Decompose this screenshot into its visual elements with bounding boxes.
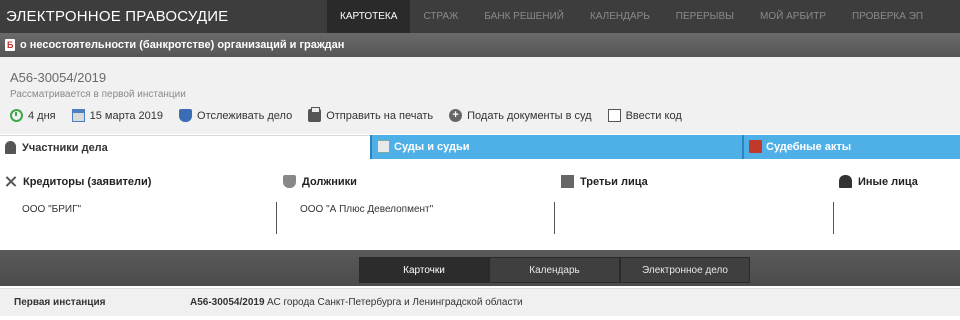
shield-icon <box>179 109 193 122</box>
plus-circle-icon: + <box>449 109 463 122</box>
date-label: 15 марта 2019 <box>89 109 164 122</box>
tab-electronic-case[interactable]: Электронное дело <box>620 257 750 283</box>
creditors-heading: Кредиторы (заявители) <box>4 175 151 188</box>
debtors-heading: Должники <box>283 175 357 188</box>
person-icon <box>839 175 852 188</box>
debtors-title: Должники <box>302 175 357 188</box>
case-header: А56-30054/2019 Рассматривается в первой … <box>0 57 960 134</box>
print-label: Отправить на печать <box>326 109 434 122</box>
tab-courts-judges[interactable]: Суды и судьи <box>370 135 742 159</box>
creditor-name[interactable]: ООО "БРИГ" <box>22 204 81 215</box>
nav-check-ep[interactable]: ПРОВЕРКА ЭП <box>839 0 936 33</box>
case-type-label: о несостоятельности (банкротстве) органи… <box>20 39 345 51</box>
submit-documents-label: Подать документы в суд <box>467 109 592 122</box>
tab-calendar[interactable]: Календарь <box>489 257 620 283</box>
tab-participants[interactable]: Участники дела <box>0 135 370 159</box>
instance-court-name: АС города Санкт-Петербурга и Ленинградск… <box>267 297 523 308</box>
case-actions: 4 дня 15 марта 2019 Отслеживать дело Отп… <box>10 107 698 122</box>
debtor-name[interactable]: ООО "А Плюс Девелопмент" <box>300 204 433 215</box>
shield-icon <box>283 175 296 188</box>
instance-label: Первая инстанция <box>14 297 106 308</box>
third-parties-title: Третьи лица <box>580 175 648 188</box>
main-nav: КАРТОТЕКА СТРАЖ БАНК РЕШЕНИЙ КАЛЕНДАРЬ П… <box>327 0 936 33</box>
document-icon <box>749 140 762 153</box>
enter-code-label: Ввести код <box>625 109 682 122</box>
building-icon <box>561 175 574 188</box>
submit-documents-button[interactable]: + Подать документы в суд <box>449 109 592 122</box>
case-tabs: Участники дела Суды и судьи Судебные акт… <box>0 135 960 159</box>
participants-panel: Кредиторы (заявители) ООО "БРИГ" Должник… <box>0 159 960 249</box>
nav-calendar[interactable]: КАЛЕНДАРЬ <box>577 0 663 33</box>
track-case-button[interactable]: Отслеживать дело <box>179 109 292 122</box>
tab-cards[interactable]: Карточки <box>359 257 489 283</box>
site-logo[interactable]: ЭЛЕКТРОННОЕ ПРАВОСУДИЕ <box>6 8 228 25</box>
view-switcher-bar: Карточки Календарь Электронное дело <box>0 250 960 286</box>
case-number: А56-30054/2019 <box>10 70 107 85</box>
column-divider <box>554 202 555 234</box>
top-navbar: ЭЛЕКТРОННОЕ ПРАВОСУДИЕ КАРТОТЕКА СТРАЖ Б… <box>0 0 960 33</box>
badge-letter: Б <box>7 40 14 50</box>
enter-code-button[interactable]: Ввести код <box>607 109 682 122</box>
keyboard-icon <box>607 109 621 122</box>
duration-label: 4 дня <box>28 109 56 122</box>
nav-strazh[interactable]: СТРАЖ <box>410 0 471 33</box>
tab-participants-label: Участники дела <box>22 142 108 154</box>
other-parties-heading: Иные лица <box>839 175 918 188</box>
column-divider <box>833 202 834 234</box>
clock-icon <box>10 109 23 122</box>
calendar-icon <box>71 109 85 122</box>
person-icon <box>5 141 16 154</box>
instance-row[interactable]: Первая инстанция А56-30054/2019 АС город… <box>0 288 960 316</box>
tab-acts-label: Судебные акты <box>766 141 852 153</box>
creditors-title: Кредиторы (заявители) <box>23 175 152 188</box>
bankruptcy-badge-icon: Б <box>5 39 15 51</box>
third-parties-heading: Третьи лица <box>561 175 648 188</box>
tab-court-acts[interactable]: Судебные акты <box>742 135 960 159</box>
date-indicator: 15 марта 2019 <box>71 109 164 122</box>
printer-icon <box>308 107 322 122</box>
crossed-swords-icon <box>4 175 17 188</box>
duration-indicator: 4 дня <box>10 109 56 122</box>
print-button[interactable]: Отправить на печать <box>308 107 434 122</box>
nav-kartoteka[interactable]: КАРТОТЕКА <box>327 0 411 33</box>
nav-bank-decisions[interactable]: БАНК РЕШЕНИЙ <box>471 0 577 33</box>
case-status: Рассматривается в первой инстанции <box>10 89 186 100</box>
tab-courts-label: Суды и судьи <box>394 141 470 153</box>
track-case-label: Отслеживать дело <box>197 109 293 122</box>
view-tabs: Карточки Календарь Электронное дело <box>359 257 750 283</box>
courthouse-icon <box>377 140 390 153</box>
nav-breaks[interactable]: ПЕРЕРЫВЫ <box>663 0 747 33</box>
other-parties-title: Иные лица <box>858 175 918 188</box>
column-divider <box>276 202 277 234</box>
case-type-bar: Б о несостоятельности (банкротстве) орга… <box>0 33 960 57</box>
instance-case-number: А56-30054/2019 <box>190 297 265 308</box>
nav-my-arbitr[interactable]: МОЙ АРБИТР <box>747 0 839 33</box>
